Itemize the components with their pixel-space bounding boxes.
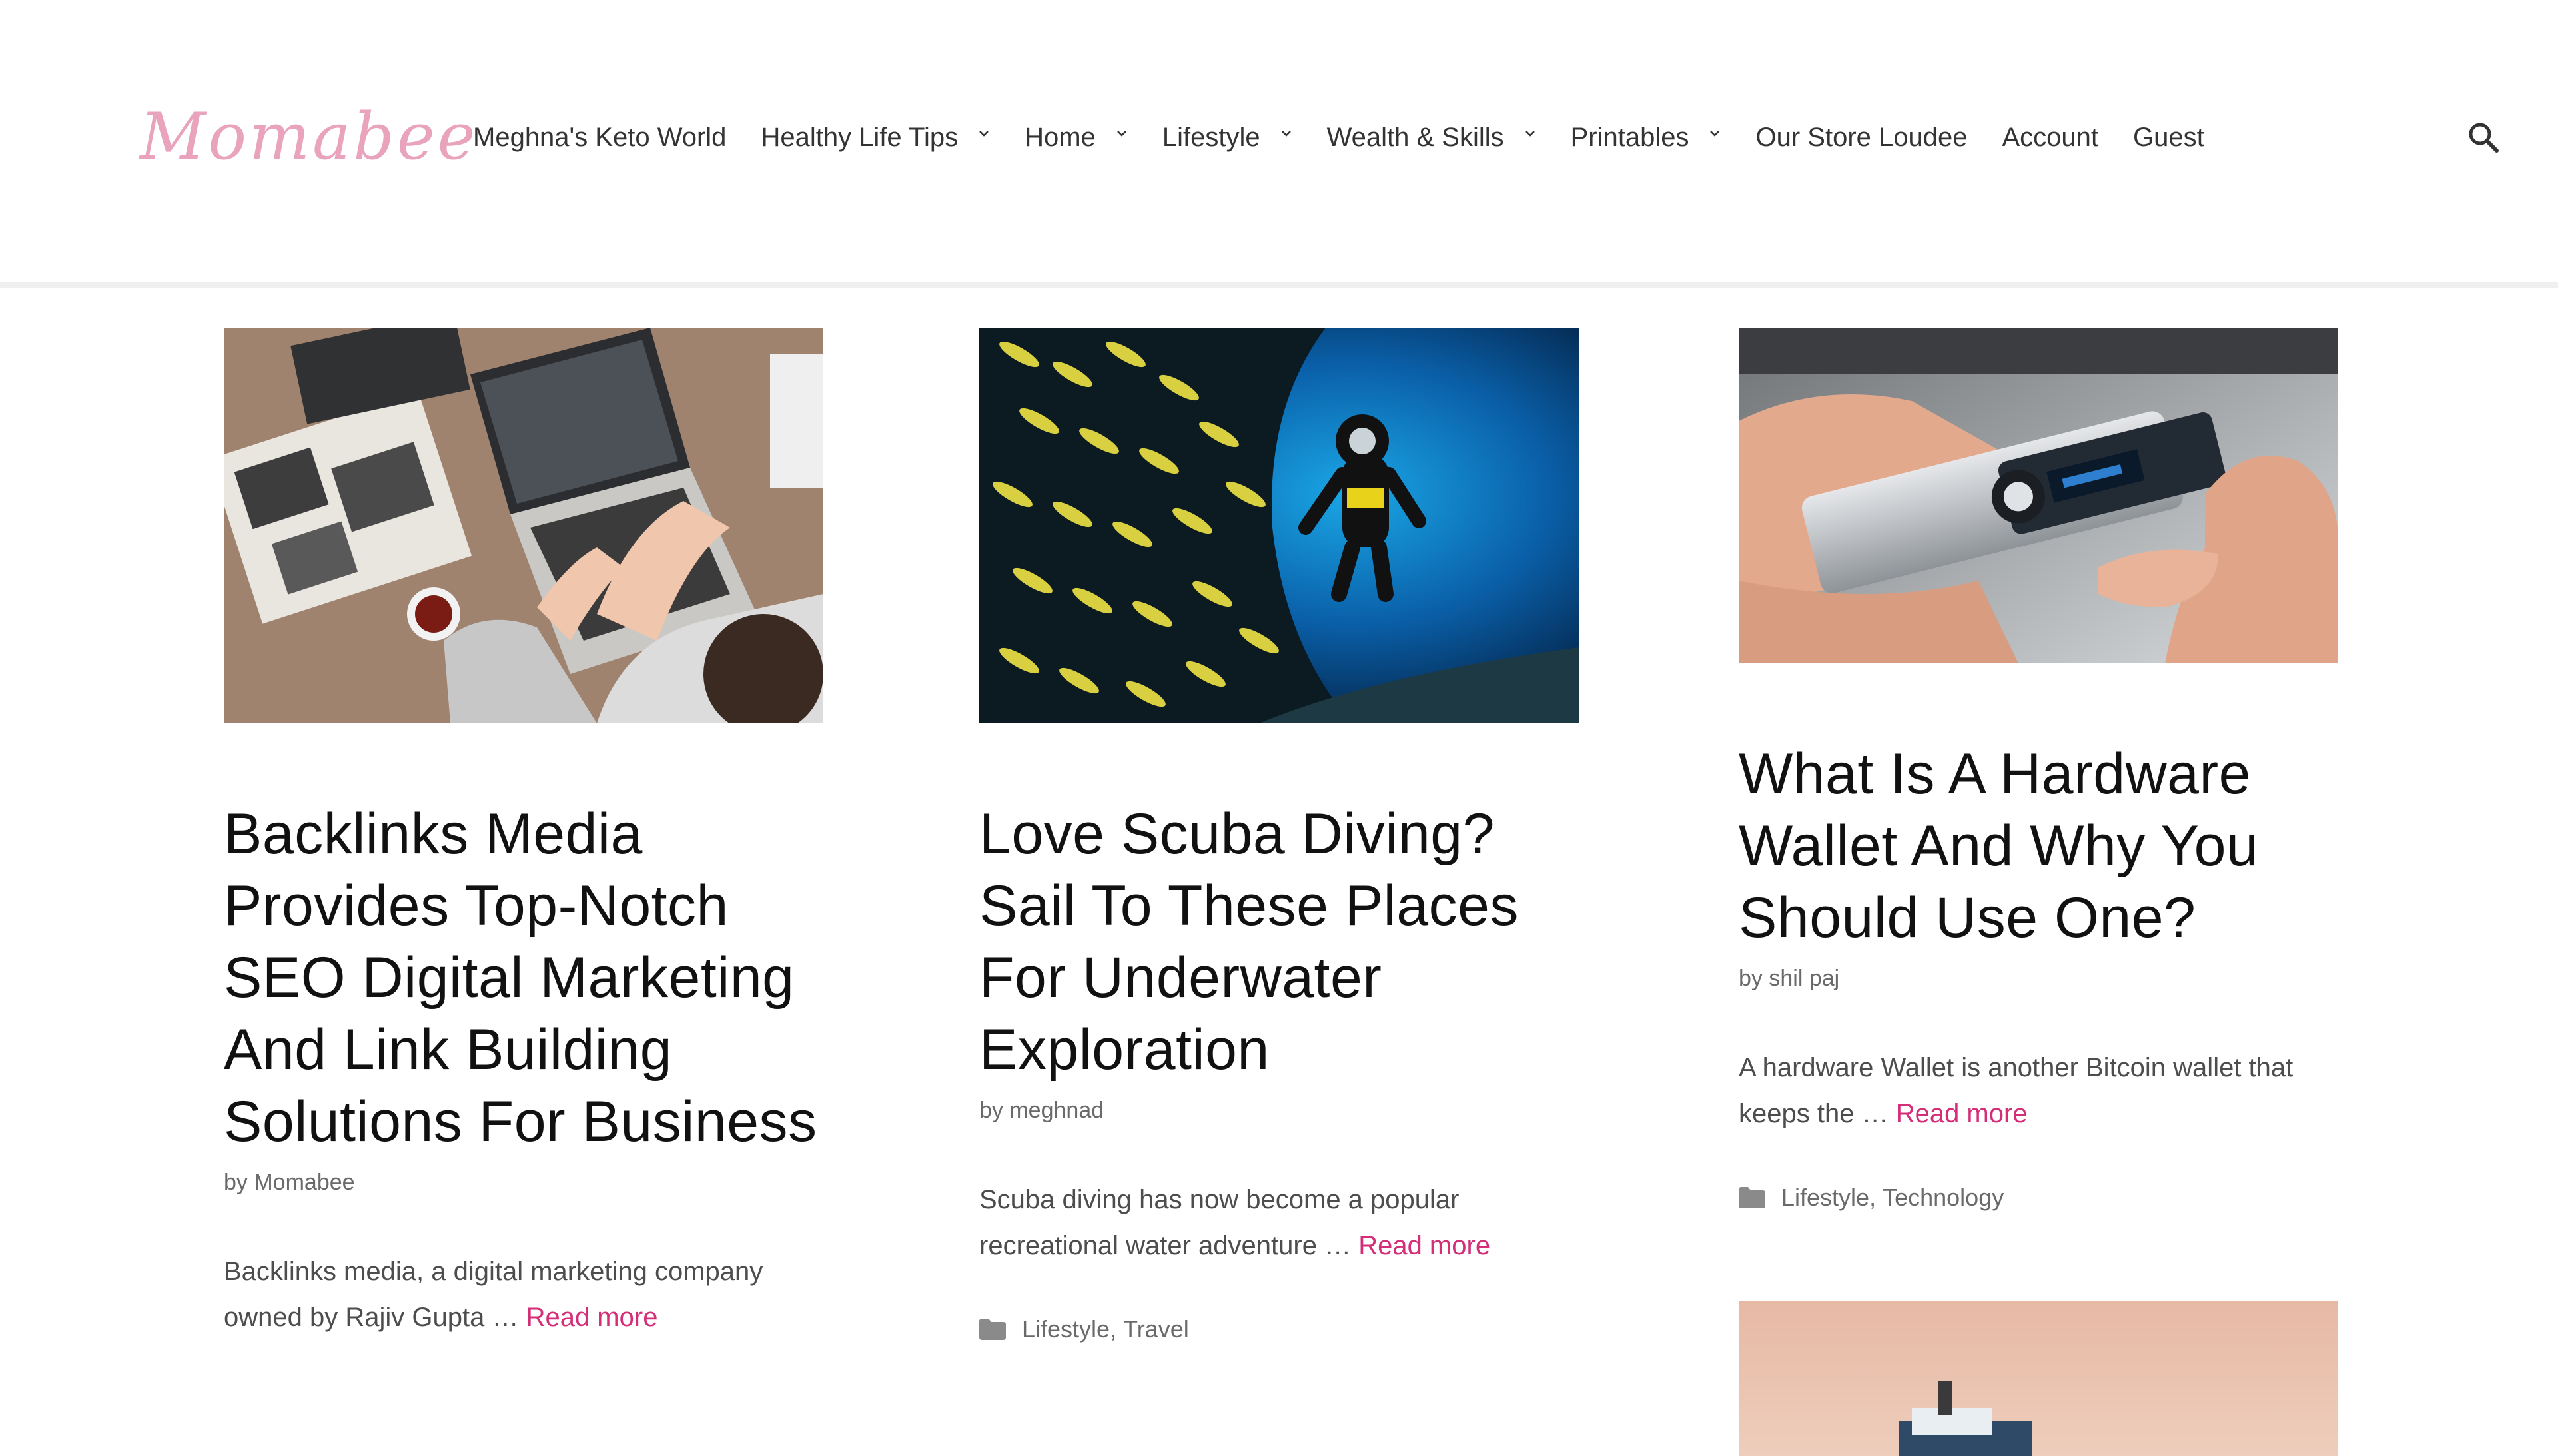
post-excerpt: A hardware Wallet is another Bitcoin wal… [1739,1045,2338,1137]
post-categories: Lifestyle, Technology [1739,1184,2338,1212]
folder-icon [979,1319,1006,1340]
chevron-down-icon [1280,127,1292,139]
logo-text: Momabee [140,99,478,174]
page: Momabee Meghna's Keto World Healthy Life… [0,0,2558,1456]
nav-item-printables[interactable]: Printables [1571,123,1721,153]
nav-item-healthy-life-tips[interactable]: Healthy Life Tips [761,123,990,153]
chevron-down-icon [978,127,990,139]
nav-item-label: Guest [2133,122,2204,152]
nav-item-label: Home [1025,122,1096,152]
site-logo[interactable]: Momabee [140,80,475,193]
read-more-link[interactable]: Read more [1358,1231,1490,1260]
chevron-down-icon [1116,127,1128,139]
main-nav: Meghna's Keto World Healthy Life Tips Ho… [473,107,2239,168]
post-categories: Lifestyle, Travel [979,1315,1579,1343]
nav-item-wealth-skills[interactable]: Wealth & Skills [1327,123,1536,153]
post-author: by Momabee [224,1170,355,1195]
laptop-workspace-photo [224,328,823,723]
post-body: What Is A Hardware Wallet And Why You Sh… [1739,738,2338,1212]
category-separator: , [1869,1184,1883,1211]
category-separator: , [1110,1315,1124,1343]
post-thumbnail[interactable] [979,328,1579,723]
category-link[interactable]: Lifestyle [1781,1184,1869,1212]
scuba-diver-photo [979,328,1579,723]
search-icon[interactable] [2465,119,2502,156]
boat-photo [1739,1301,2338,1456]
nav-item-home[interactable]: Home [1025,123,1128,153]
post-excerpt: Backlinks media, a digital marketing com… [224,1249,823,1341]
post-author: by meghnad [979,1098,1104,1123]
post-thumbnail[interactable] [1739,1301,2338,1456]
post-thumbnail[interactable] [224,328,823,723]
nav-item-account[interactable]: Account [2002,123,2098,153]
read-more-link[interactable]: Read more [526,1303,658,1332]
read-more-link[interactable]: Read more [1896,1099,2028,1128]
nav-item-label: Meghna's Keto World [473,122,727,152]
post-thumbnail[interactable] [1739,328,2338,663]
nav-item-label: Wealth & Skills [1326,122,1504,152]
nav-item-label: Lifestyle [1162,122,1260,152]
nav-item-guest[interactable]: Guest [2133,123,2204,153]
nav-item-label: Healthy Life Tips [761,122,959,152]
category-link[interactable]: Technology [1883,1184,2004,1212]
nav-item-ketoworld[interactable]: Meghna's Keto World [473,123,726,153]
nav-item-label: Our Store Loudee [1755,122,1968,152]
category-link[interactable]: Lifestyle [1022,1315,1110,1343]
folder-icon [1739,1187,1765,1208]
site-header: Momabee Meghna's Keto World Healthy Life… [0,0,2558,288]
nav-item-label: Printables [1570,122,1689,152]
category-link[interactable]: Travel [1123,1315,1189,1343]
hardware-wallet-photo [1739,328,2338,663]
post-author: by shil paj [1739,966,1840,991]
post-title[interactable]: Love Scuba Diving? Sail To These Places … [979,798,1579,1086]
chevron-down-icon [1709,127,1721,139]
post-body: Backlinks Media Provides Top-Notch SEO D… [224,798,823,1341]
chevron-down-icon [1524,127,1536,139]
post-body: Love Scuba Diving? Sail To These Places … [979,798,1579,1343]
post-title[interactable]: Backlinks Media Provides Top-Notch SEO D… [224,798,823,1158]
post-title[interactable]: What Is A Hardware Wallet And Why You Sh… [1739,738,2338,954]
nav-item-label: Account [2002,122,2099,152]
post-excerpt: Scuba diving has now become a popular re… [979,1177,1579,1269]
post-excerpt-text: Backlinks media, a digital marketing com… [224,1257,763,1332]
nav-item-lifestyle[interactable]: Lifestyle [1162,123,1292,153]
nav-item-store[interactable]: Our Store Loudee [1755,123,1967,153]
